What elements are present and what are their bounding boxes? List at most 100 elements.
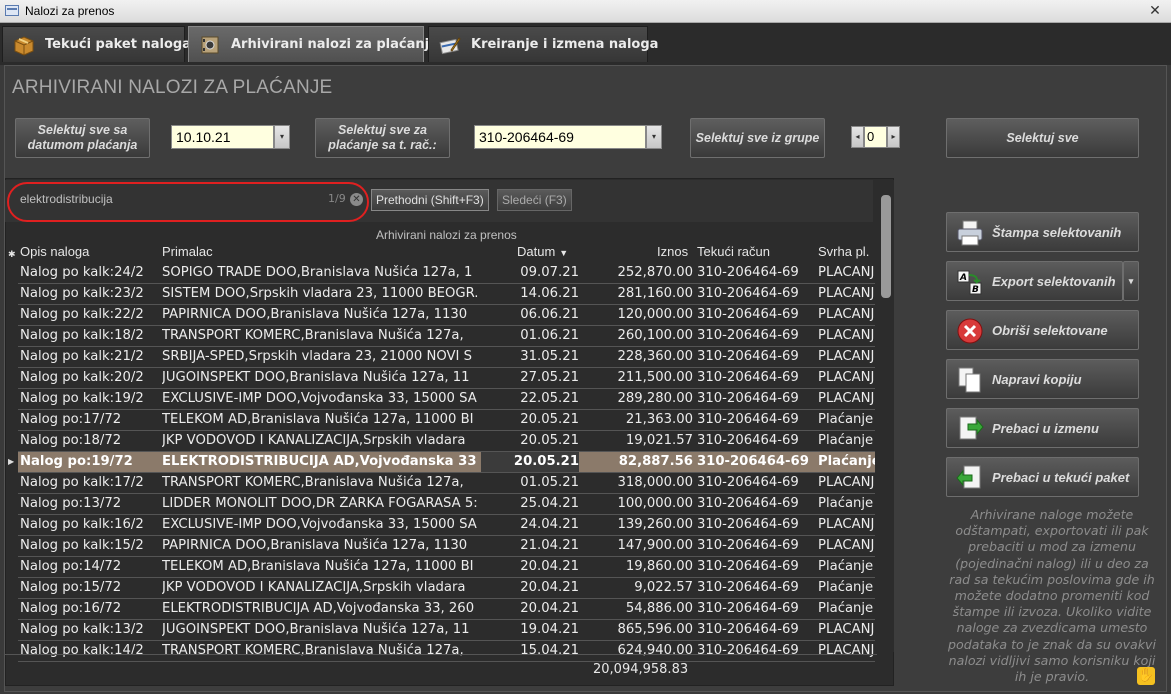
column-header-date[interactable]: Datum ▼ xyxy=(517,244,568,262)
table-cell: 310-206464-69 xyxy=(697,538,799,553)
table-row[interactable]: Nalog po:17/72 TELEKOM AD,Branislava Nuši… xyxy=(18,410,875,431)
column-header-purpose[interactable]: Svrha pl. xyxy=(818,244,869,262)
table-row[interactable]: Nalog po kalk:24/2 ŠOPIGO TRADE DOO,Brani… xyxy=(18,263,875,284)
table-cell: SISTEM DOO,Srpskih vladara 23, 11000 BEO… xyxy=(162,286,479,301)
table-row[interactable]: Nalog po:15/72 JKP VODOVOD I KANALIZACIJA… xyxy=(18,578,875,599)
table-cell: PLAĆANJ xyxy=(818,349,875,364)
printer-icon xyxy=(957,220,983,246)
export-ab-icon: A B xyxy=(957,270,982,295)
help-hand-icon[interactable]: ✋ xyxy=(1137,667,1155,685)
date-dropdown-arrow[interactable]: ▾ xyxy=(274,125,290,149)
table-cell: 139,260.00 xyxy=(617,517,693,532)
table-cell: 25.04.21 xyxy=(520,496,579,511)
table-cell: TRANSPORT KOMERC,Branislava Nušića 127a, xyxy=(162,643,464,658)
group-increment-button[interactable]: ▸ xyxy=(887,126,900,148)
export-options-dropdown[interactable]: ▾ xyxy=(1123,261,1139,301)
table-cell: Nalog po:18/72 xyxy=(20,433,122,448)
table-row[interactable]: Nalog po:13/72 LIDDER MONOLIT DOO,DR ŽARK… xyxy=(18,494,875,515)
table-cell: 228,360.00 xyxy=(617,349,693,364)
table-cell: 19,860.00 xyxy=(625,559,693,574)
move-to-edit-button[interactable]: Prebaci u izmenu xyxy=(946,408,1139,448)
table-cell: Nalog po kalk:23/2 xyxy=(20,286,144,301)
column-header-amount[interactable]: Iznos xyxy=(657,244,688,262)
action-label: Prebaci u izmenu xyxy=(992,421,1099,436)
table-cell: Plaćanje xyxy=(818,601,874,616)
clear-search-icon[interactable]: ✕ xyxy=(350,193,363,206)
tab-create-edit[interactable]: Kreiranje i izmena naloga xyxy=(428,26,658,62)
table-cell: 09.07.21 xyxy=(520,265,579,280)
table-row[interactable]: Nalog po kalk:15/2 PAPIRNICA DOO,Branisla… xyxy=(18,536,875,557)
table-row[interactable]: Nalog po kalk:19/2 EXCLUSIVE-IMP DOO,Vojv… xyxy=(18,389,875,410)
table-cell: Nalog po:17/72 xyxy=(20,412,122,427)
group-decrement-button[interactable]: ◂ xyxy=(851,126,864,148)
table-row[interactable]: Nalog po kalk:18/2 TRANSPORT KOMERC,Brani… xyxy=(18,326,875,347)
table-cell: SRBIJA-ŠPED,Srpskih vladara 23, 21000 NO… xyxy=(162,349,472,364)
print-selected-button[interactable]: Štampa selektovanih xyxy=(946,212,1139,252)
table-cell: Nalog po kalk:15/2 xyxy=(20,538,144,553)
table-cell: 19.04.21 xyxy=(520,622,579,637)
table-cell: PLAĆANJ xyxy=(818,328,875,343)
table-row[interactable]: Nalog po kalk:16/2 EXCLUSIVE-IMP DOO,Vojv… xyxy=(18,515,875,536)
next-match-button[interactable]: Sledeći (F3) xyxy=(497,189,572,211)
search-input[interactable]: elektrodistribucija xyxy=(20,192,320,208)
table-row[interactable]: Nalog po kalk:21/2 SRBIJA-ŠPED,Srpskih vl… xyxy=(18,347,875,368)
export-selected-button[interactable]: A B Export selektovanih xyxy=(946,261,1123,301)
scrollbar-thumb[interactable] xyxy=(881,195,891,298)
table-row[interactable]: Nalog po:19/72 ELEKTRODISTRIBUCIJA AD,Voj… xyxy=(18,452,875,473)
select-all-button[interactable]: Selektuj sve xyxy=(946,118,1139,158)
table-cell: Nalog po kalk:19/2 xyxy=(20,391,144,406)
select-by-group-button[interactable]: Selektuj sve iz grupe xyxy=(690,118,825,158)
account-select[interactable]: 310-206464-69 xyxy=(474,125,646,149)
table-cell: 310-206464-69 xyxy=(697,601,799,616)
table-cell: 624,940.00 xyxy=(617,643,693,658)
table-cell: 211,500.00 xyxy=(617,370,693,385)
table-cell: 310-206464-69 xyxy=(697,496,799,511)
action-label: Štampa selektovanih xyxy=(992,225,1122,240)
table-row[interactable]: Nalog po:14/72 TELEKOM AD,Branislava Nuši… xyxy=(18,557,875,578)
column-header-recipient[interactable]: Primalac xyxy=(162,244,213,262)
table-cell: Nalog po kalk:13/2 xyxy=(20,622,144,637)
select-by-date-button[interactable]: Selektuj sve sa datumom plaćanja xyxy=(15,118,150,158)
make-copy-button[interactable]: Napravi kopiju xyxy=(946,359,1139,399)
table-cell: 20.05.21 xyxy=(513,454,579,469)
table-row[interactable]: Nalog po kalk:22/2 PAPIRNICA DOO,Branisla… xyxy=(18,305,875,326)
table-cell: 310-206464-69 xyxy=(697,643,799,658)
footer-divider xyxy=(5,654,877,655)
table-cell: Nalog po kalk:17/2 xyxy=(20,475,144,490)
tab-label: Arhivirani nalozi za plaćanje xyxy=(231,37,438,52)
table-row[interactable]: Nalog po kalk:23/2 SISTEM DOO,Srpskih vla… xyxy=(18,284,875,305)
table-cell: Nalog po:15/72 xyxy=(20,580,122,595)
page-title: ARHIVIRANI NALOZI ZA PLAĆANJE xyxy=(12,77,333,98)
table-cell: 01.05.21 xyxy=(520,475,579,490)
table-cell: Nalog po:16/72 xyxy=(20,601,122,616)
table-cell: 20.04.21 xyxy=(520,559,579,574)
previous-match-button[interactable]: Prethodni (Shift+F3) xyxy=(371,189,489,211)
date-field[interactable]: 10.10.21 xyxy=(171,125,274,149)
table-cell: Nalog po:19/72 xyxy=(20,454,133,469)
select-by-account-button[interactable]: Selektuj sve za plaćanje sa t. rač.: xyxy=(315,118,450,158)
table-row[interactable]: Nalog po kalk:13/2 JUGOINSPEKT DOO,Branis… xyxy=(18,620,875,641)
tab-archived-orders[interactable]: Arhivirani nalozi za plaćanje xyxy=(188,26,438,62)
account-dropdown-arrow[interactable]: ▾ xyxy=(646,125,662,149)
table-row[interactable]: Nalog po kalk:14/2 TRANSPORT KOMERC,Brani… xyxy=(18,641,875,662)
table-cell: PLAĆANJ xyxy=(818,391,875,406)
action-label: Napravi kopiju xyxy=(992,372,1082,387)
table-cell: ELEKTRODISTRIBUCIJA AD,Vojvođanska 33, 2… xyxy=(162,601,475,616)
delete-selected-button[interactable]: Obriši selektovane xyxy=(946,310,1139,350)
table-row[interactable]: Nalog po kalk:17/2 TRANSPORT KOMERC,Brani… xyxy=(18,473,875,494)
table-cell: Plaćanje xyxy=(818,496,874,511)
column-header-account[interactable]: Tekući račun xyxy=(697,244,770,262)
table-cell: PLAĆANJ xyxy=(818,643,875,658)
move-to-current-package-button[interactable]: Prebaci u tekući paket xyxy=(946,457,1139,497)
table-row[interactable]: Nalog po kalk:20/2 JUGOINSPEKT DOO,Branis… xyxy=(18,368,875,389)
group-value-field[interactable]: 0 xyxy=(864,126,887,148)
tab-current-package[interactable]: Tekući paket naloga xyxy=(2,26,191,62)
column-header-description[interactable]: Opis naloga xyxy=(20,244,89,262)
close-window-button[interactable]: ✕ xyxy=(1143,2,1167,20)
move-to-edit-icon xyxy=(959,416,984,440)
table-row[interactable]: Nalog po:16/72 ELEKTRODISTRIBUCIJA AD,Voj… xyxy=(18,599,875,620)
asterisk-marker: ✱ xyxy=(8,249,16,259)
table-cell: 310-206464-69 xyxy=(697,307,799,322)
table-cell: 310-206464-69 xyxy=(697,454,809,469)
table-row[interactable]: Nalog po:18/72 JKP VODOVOD I KANALIZACIJA… xyxy=(18,431,875,452)
